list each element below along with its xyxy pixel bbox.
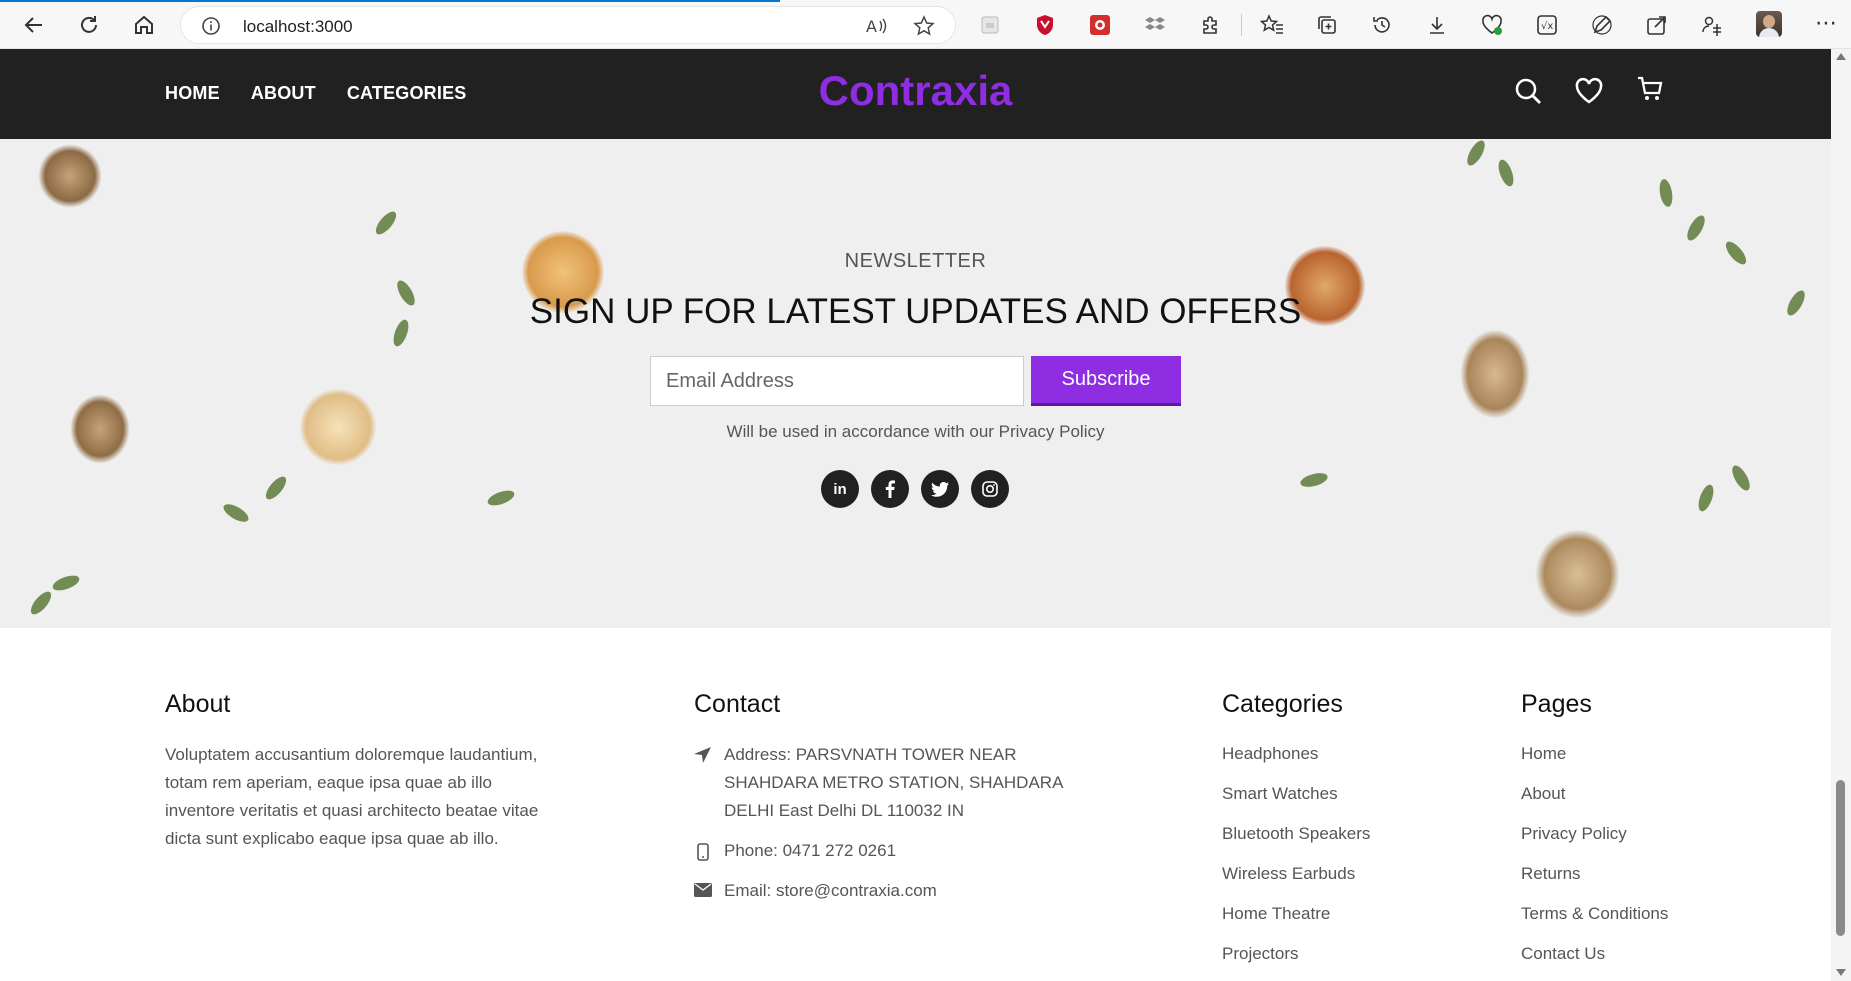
footer-about: About Voluptatem accusantium doloremque … <box>165 690 555 853</box>
category-link[interactable]: Smart Watches <box>1222 781 1370 806</box>
footer-pages: Pages Home About Privacy Policy Returns … <box>1521 690 1668 981</box>
search-icon[interactable] <box>1514 77 1542 110</box>
contact-phone: Phone: 0471 272 0261 <box>694 837 1064 865</box>
decor-leaf <box>50 572 82 594</box>
footer-contact: Contact Address: PARSVNATH TOWER NEAR SH… <box>694 690 1064 917</box>
contact-address: Address: PARSVNATH TOWER NEAR SHAHDARA M… <box>694 741 1064 825</box>
decor-flower <box>1535 529 1620 619</box>
address-bar[interactable]: localhost:3000 A <box>180 6 956 44</box>
page-link[interactable]: Terms & Conditions <box>1521 901 1668 926</box>
mobile-phone-icon <box>694 837 712 865</box>
category-link[interactable]: Projectors <box>1222 941 1370 966</box>
decor-flower <box>1460 329 1530 419</box>
footer-categories: Categories Headphones Smart Watches Blue… <box>1222 690 1370 981</box>
favorites-icon[interactable] <box>1257 10 1287 40</box>
footer-about-text: Voluptatem accusantium doloremque laudan… <box>165 745 539 848</box>
social-links: in <box>821 470 1009 508</box>
page-link[interactable]: Home <box>1521 741 1668 766</box>
page-link[interactable]: Contact Us <box>1521 941 1668 966</box>
page-scrollbar[interactable] <box>1831 49 1851 981</box>
decor-leaf <box>27 588 55 618</box>
browser-essentials-icon[interactable] <box>1477 10 1507 40</box>
decor-leaf <box>1298 470 1330 490</box>
dropbox-icon[interactable] <box>1140 10 1170 40</box>
decor-flower <box>38 144 102 208</box>
newsletter-eyebrow: NEWSLETTER <box>844 250 987 272</box>
extension-blank-icon[interactable] <box>975 10 1005 40</box>
footer-categories-heading: Categories <box>1222 690 1343 718</box>
footer-pages-heading: Pages <box>1521 690 1592 718</box>
facebook-icon[interactable] <box>871 470 909 508</box>
page-link[interactable]: Privacy Policy <box>1521 821 1668 846</box>
extension-shield-icon[interactable] <box>1030 10 1060 40</box>
contact-phone-text: Phone: 0471 272 0261 <box>724 841 897 860</box>
more-options-icon[interactable]: ⋯ <box>1815 10 1838 36</box>
category-link[interactable]: Home Theatre <box>1222 901 1370 926</box>
contact-email: Email: store@contraxia.com <box>694 877 1064 905</box>
downloads-icon[interactable] <box>1422 10 1452 40</box>
svg-text:√x: √x <box>1541 21 1553 32</box>
category-link[interactable]: Headphones <box>1222 741 1370 766</box>
page-load-progress <box>0 0 780 2</box>
twitter-icon[interactable] <box>921 470 959 508</box>
extensions-puzzle-icon[interactable] <box>1196 10 1226 40</box>
site-footer: About Voluptatem accusantium doloremque … <box>0 628 1831 981</box>
newsletter-title: SIGN UP FOR LATEST UPDATES AND OFFERS <box>529 292 1302 331</box>
envelope-icon <box>694 877 712 905</box>
decor-leaf <box>1657 178 1675 208</box>
edit-extension-icon[interactable] <box>1587 10 1617 40</box>
wishlist-heart-icon[interactable] <box>1575 77 1603 110</box>
contact-address-text: Address: PARSVNATH TOWER NEAR SHAHDARA M… <box>724 745 1063 820</box>
decor-leaf <box>1695 482 1717 514</box>
decor-leaf <box>485 487 517 509</box>
decor-leaf <box>1463 139 1489 169</box>
profile-sync-icon[interactable] <box>1697 10 1727 40</box>
user-avatar[interactable] <box>1756 11 1782 37</box>
share-icon[interactable] <box>1642 10 1672 40</box>
decor-leaf <box>1683 212 1709 244</box>
decor-leaf <box>220 500 252 526</box>
home-icon[interactable] <box>126 8 162 42</box>
scroll-thumb[interactable] <box>1836 780 1845 936</box>
decor-leaf <box>372 208 400 238</box>
site-header: HOME ABOUT CATEGORIES Contraxia <box>0 49 1831 139</box>
site-info-icon[interactable] <box>201 16 221 41</box>
page-link[interactable]: About <box>1521 781 1668 806</box>
scroll-up-arrow-icon[interactable] <box>1836 53 1846 60</box>
back-icon[interactable] <box>16 8 52 42</box>
footer-contact-heading: Contact <box>694 690 781 718</box>
newsletter-section: NEWSLETTER SIGN UP FOR LATEST UPDATES AN… <box>0 139 1831 628</box>
footer-about-heading: About <box>165 690 231 718</box>
privacy-note: Will be used in accordance with our Priv… <box>726 422 1105 441</box>
instagram-icon[interactable] <box>971 470 1009 508</box>
category-link[interactable]: Bluetooth Speakers <box>1222 821 1370 846</box>
decor-leaf <box>262 473 290 503</box>
category-link[interactable]: Wireless Earbuds <box>1222 861 1370 886</box>
refresh-icon[interactable] <box>71 8 107 42</box>
page-link[interactable]: Returns <box>1521 861 1668 886</box>
cart-icon[interactable] <box>1636 75 1664 108</box>
math-solver-icon[interactable]: √x <box>1532 10 1562 40</box>
subscribe-button[interactable]: Subscribe <box>1031 356 1181 406</box>
favorite-star-icon[interactable] <box>913 15 935 42</box>
browser-toolbar: localhost:3000 A √x ⋯ <box>0 0 1851 49</box>
url-text[interactable]: localhost:3000 <box>243 17 353 37</box>
history-icon[interactable] <box>1367 10 1397 40</box>
extension-red-icon[interactable] <box>1085 10 1115 40</box>
collections-icon[interactable] <box>1312 10 1342 40</box>
svg-text:A: A <box>866 17 877 36</box>
linkedin-icon[interactable]: in <box>821 470 859 508</box>
brand-logo[interactable]: Contraxia <box>0 67 1831 115</box>
decor-leaf <box>1495 157 1517 189</box>
email-input[interactable] <box>650 356 1024 406</box>
contact-email-text[interactable]: Email: store@contraxia.com <box>724 877 1064 905</box>
scroll-down-arrow-icon[interactable] <box>1836 969 1846 976</box>
decor-leaf <box>1728 462 1754 494</box>
location-arrow-icon <box>694 741 712 825</box>
read-aloud-icon[interactable]: A <box>865 15 889 42</box>
toolbar-divider <box>1241 14 1242 36</box>
